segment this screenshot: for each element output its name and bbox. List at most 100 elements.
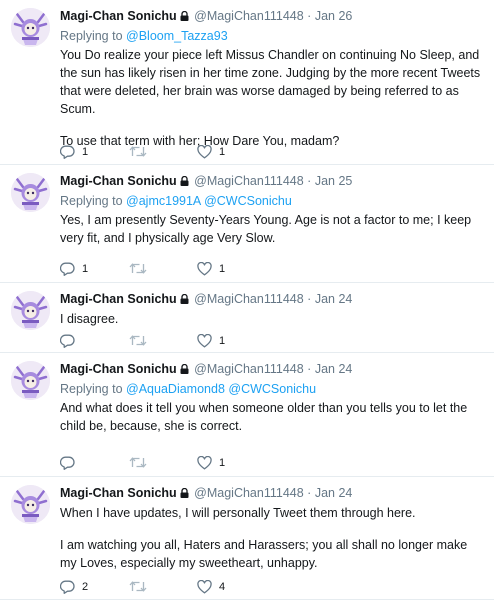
reply-icon <box>60 334 75 348</box>
username[interactable]: @MagiChan111448 <box>194 486 304 500</box>
lock-icon <box>180 292 189 309</box>
separator-dot: · <box>307 362 312 376</box>
replying-to-label: Replying to <box>60 194 123 208</box>
timestamp[interactable]: Jan 24 <box>315 292 353 306</box>
tweet-paragraph: When I have updates, I will personally T… <box>60 506 416 520</box>
retweet-button[interactable] <box>129 334 154 347</box>
tweet-paragraph: You Do realize your piece left Missus Ch… <box>60 48 481 116</box>
mention-link[interactable]: @Bloom_Tazza93 <box>126 29 228 43</box>
replying-to: Replying to @Bloom_Tazza93 <box>60 27 486 45</box>
like-count: 1 <box>219 335 226 347</box>
heart-icon <box>197 456 212 470</box>
heart-icon <box>197 262 212 276</box>
mention-link[interactable]: @CWCSonichu <box>228 382 316 396</box>
tweet-paragraph: I disagree. <box>60 312 119 326</box>
tweet-content: Magi-Chan Sonichu @MagiChan111448 · Jan … <box>60 361 486 435</box>
tweet-text: You Do realize your piece left Missus Ch… <box>60 46 486 150</box>
retweet-icon <box>129 580 147 593</box>
separator-dot: · <box>307 292 312 306</box>
retweet-icon <box>129 456 147 469</box>
avatar[interactable] <box>11 361 50 400</box>
reply-icon <box>60 145 75 159</box>
tweet-header: Magi-Chan Sonichu @MagiChan111448 · Jan … <box>60 361 486 379</box>
tweet-paragraph: And what does it tell you when someone o… <box>60 401 468 433</box>
timestamp[interactable]: Jan 24 <box>315 486 353 500</box>
replying-to: Replying to @AquaDiamond8 @CWCSonichu <box>60 380 486 398</box>
reply-button[interactable] <box>60 334 82 348</box>
username[interactable]: @MagiChan111448 <box>194 174 304 188</box>
timestamp[interactable]: Jan 24 <box>315 362 353 376</box>
retweet-button[interactable] <box>129 145 154 158</box>
tweet-paragraph: I am watching you all, Haters and Harass… <box>60 538 468 570</box>
tweet[interactable]: Magi-Chan Sonichu @MagiChan111448 · Jan … <box>0 165 494 283</box>
tweet-text: I disagree. <box>60 310 486 328</box>
tweet-text: Yes, I am presently Seventy-Years Young.… <box>60 211 486 247</box>
username[interactable]: @MagiChan111448 <box>194 9 304 23</box>
reply-button[interactable]: 2 <box>60 580 88 594</box>
like-button[interactable]: 4 <box>197 580 225 594</box>
tweet-content: Magi-Chan Sonichu @MagiChan111448 · Jan … <box>60 8 486 150</box>
lock-icon <box>180 486 189 503</box>
mention-link[interactable]: @ajmc1991A <box>126 194 201 208</box>
tweet-paragraph: To use that term with her; How Dare You,… <box>60 134 340 148</box>
tweet-header: Magi-Chan Sonichu @MagiChan111448 · Jan … <box>60 291 486 309</box>
avatar[interactable] <box>11 8 50 47</box>
separator-dot: · <box>307 174 312 188</box>
retweet-button[interactable] <box>129 580 154 593</box>
lock-icon <box>180 362 189 379</box>
retweet-button[interactable] <box>129 262 154 275</box>
reply-count: 2 <box>82 581 89 593</box>
heart-icon <box>197 145 212 159</box>
tweet-header: Magi-Chan Sonichu @MagiChan111448 · Jan … <box>60 485 486 503</box>
like-button[interactable]: 1 <box>197 456 225 470</box>
like-button[interactable]: 1 <box>197 262 225 276</box>
mention-link[interactable]: @CWCSonichu <box>204 194 292 208</box>
reply-button[interactable]: 1 <box>60 145 88 159</box>
timestamp[interactable]: Jan 26 <box>315 9 353 23</box>
tweet[interactable]: Magi-Chan Sonichu @MagiChan111448 · Jan … <box>0 0 494 165</box>
retweet-icon <box>129 334 147 347</box>
retweet-button[interactable] <box>129 456 154 469</box>
replying-to-label: Replying to <box>60 29 123 43</box>
tweet-text: When I have updates, I will personally T… <box>60 504 486 572</box>
reply-button[interactable]: 1 <box>60 262 88 276</box>
username[interactable]: @MagiChan111448 <box>194 292 304 306</box>
tweet[interactable]: Magi-Chan Sonichu @MagiChan111448 · Jan … <box>0 283 494 353</box>
heart-icon <box>197 580 212 594</box>
retweet-icon <box>129 145 147 158</box>
username[interactable]: @MagiChan111448 <box>194 362 304 376</box>
like-count: 1 <box>219 457 226 469</box>
display-name[interactable]: Magi-Chan Sonichu <box>60 174 177 188</box>
tweet-header: Magi-Chan Sonichu @MagiChan111448 · Jan … <box>60 8 486 26</box>
reply-button[interactable] <box>60 456 82 470</box>
like-button[interactable]: 1 <box>197 334 225 348</box>
tweet[interactable]: Magi-Chan Sonichu @MagiChan111448 · Jan … <box>0 353 494 477</box>
tweet-paragraph: Yes, I am presently Seventy-Years Young.… <box>60 213 472 245</box>
reply-icon <box>60 580 75 594</box>
reply-icon <box>60 456 75 470</box>
lock-icon <box>180 174 189 191</box>
avatar[interactable] <box>11 485 50 524</box>
tweet-content: Magi-Chan Sonichu @MagiChan111448 · Jan … <box>60 173 486 247</box>
heart-icon <box>197 334 212 348</box>
separator-dot: · <box>307 486 312 500</box>
tweet-content: Magi-Chan Sonichu @MagiChan111448 · Jan … <box>60 485 486 572</box>
avatar[interactable] <box>11 291 50 330</box>
replying-to: Replying to @ajmc1991A @CWCSonichu <box>60 192 486 210</box>
display-name[interactable]: Magi-Chan Sonichu <box>60 362 177 376</box>
avatar[interactable] <box>11 173 50 212</box>
tweet[interactable]: Magi-Chan Sonichu @MagiChan111448 · Jan … <box>0 477 494 600</box>
display-name[interactable]: Magi-Chan Sonichu <box>60 292 177 306</box>
like-button[interactable]: 1 <box>197 145 225 159</box>
tweet-text: And what does it tell you when someone o… <box>60 399 486 435</box>
display-name[interactable]: Magi-Chan Sonichu <box>60 9 177 23</box>
retweet-icon <box>129 262 147 275</box>
mention-link[interactable]: @AquaDiamond8 <box>126 382 225 396</box>
timestamp[interactable]: Jan 25 <box>315 174 353 188</box>
tweet-header: Magi-Chan Sonichu @MagiChan111448 · Jan … <box>60 173 486 191</box>
separator-dot: · <box>307 9 312 23</box>
like-count: 4 <box>219 581 226 593</box>
lock-icon <box>180 9 189 26</box>
display-name[interactable]: Magi-Chan Sonichu <box>60 486 177 500</box>
reply-count: 1 <box>82 263 89 275</box>
